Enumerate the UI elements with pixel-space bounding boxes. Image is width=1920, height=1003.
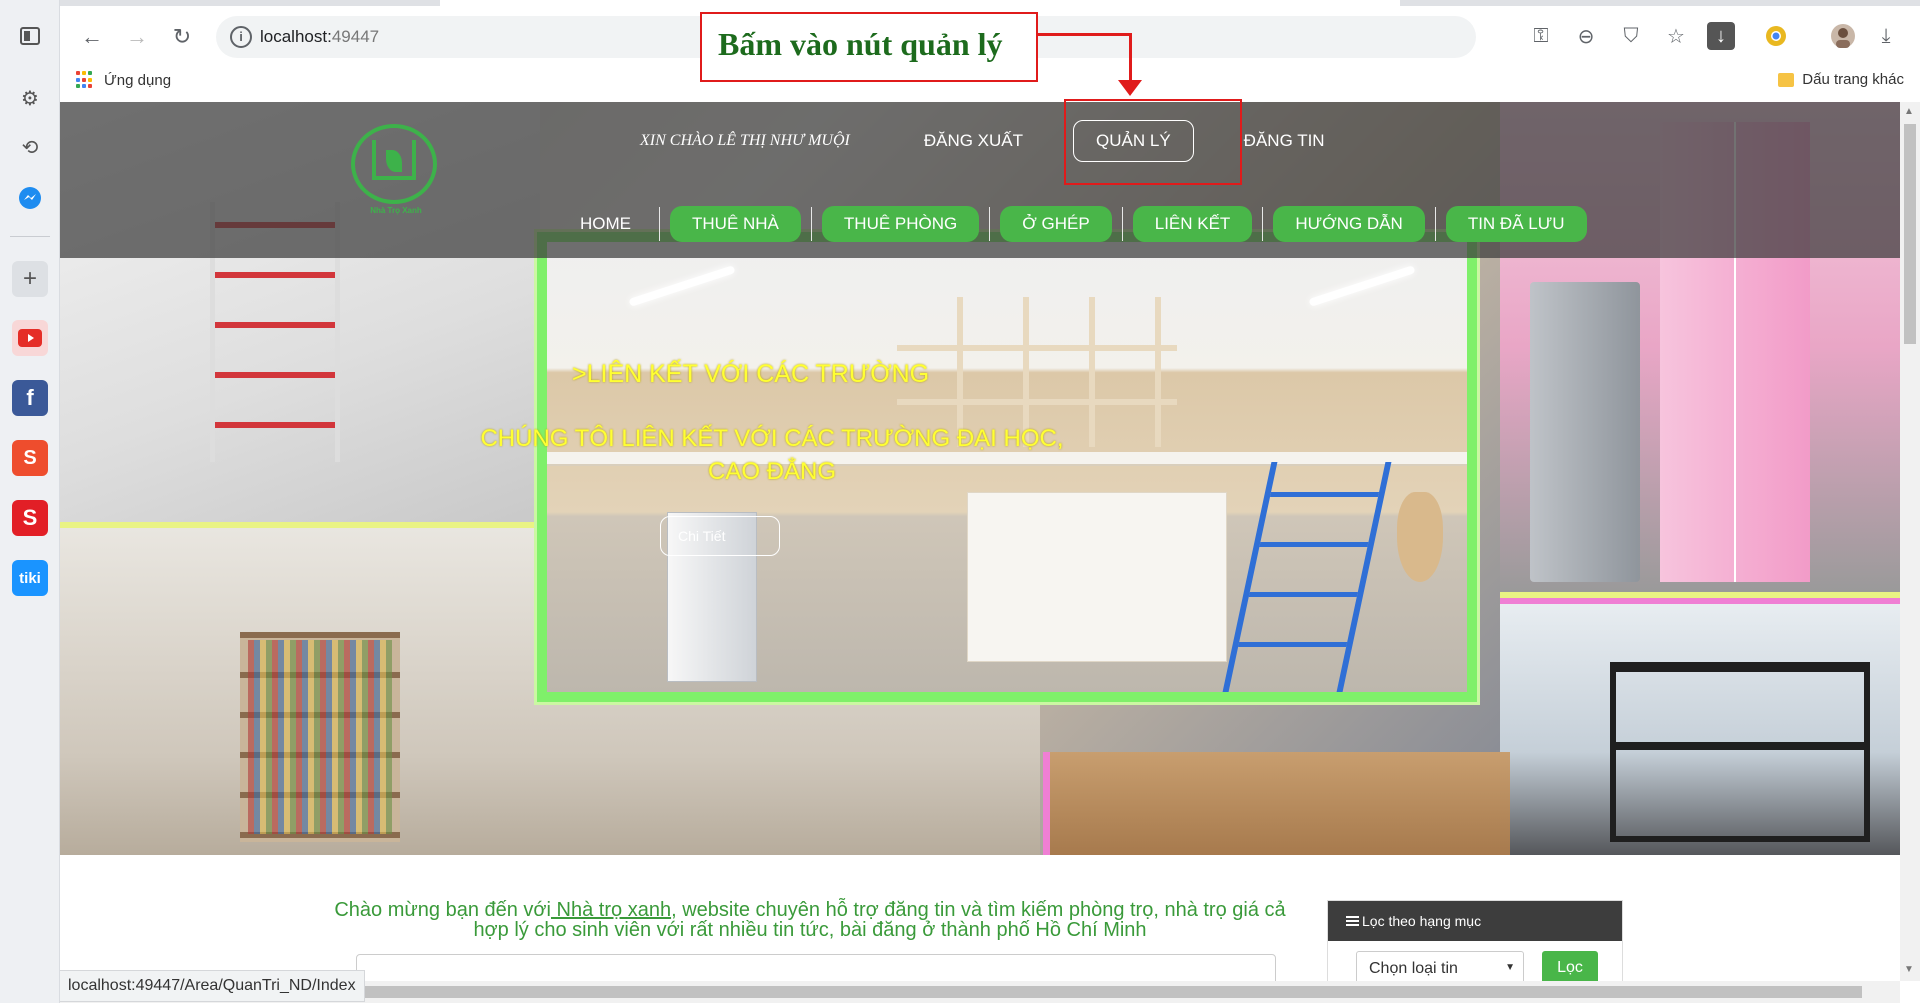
- select-value: Chọn loại tin: [1369, 960, 1458, 977]
- nav-partners[interactable]: LIÊN KẾT: [1132, 206, 1253, 242]
- scroll-up-icon[interactable]: ▲: [1904, 106, 1914, 117]
- brand-link[interactable]: Nhà trọ xanh: [551, 899, 672, 921]
- post-listing-link[interactable]: ĐĂNG TIN: [1244, 131, 1325, 151]
- sidebar-toggle-icon[interactable]: [12, 18, 48, 54]
- apps-label: Ứng dụng: [104, 71, 172, 89]
- nav-rent-room[interactable]: THUÊ PHÒNG: [821, 206, 980, 242]
- settings-icon[interactable]: ⚙: [12, 80, 48, 116]
- room-photo: [1050, 752, 1510, 855]
- fridge-decoration: [1530, 282, 1640, 582]
- annotation-connector: [1129, 33, 1132, 83]
- nav-guide[interactable]: HƯỚNG DẪN: [1273, 206, 1425, 242]
- shopee-icon[interactable]: S: [12, 440, 48, 476]
- tiki-icon[interactable]: tiki: [12, 560, 48, 596]
- other-bookmarks-label: Dấu trang khác: [1802, 71, 1904, 88]
- caret-down-icon: ▼: [1505, 962, 1515, 973]
- list-icon: [1346, 916, 1359, 927]
- bookshelf-decoration: [240, 632, 400, 842]
- welcome-before: Chào mừng bạn đến với: [334, 899, 551, 921]
- messenger-icon[interactable]: [12, 180, 48, 216]
- photo-divider: [60, 522, 540, 528]
- apps-grid-icon: [76, 71, 94, 89]
- sendo-icon[interactable]: S: [12, 500, 48, 536]
- annotation-callout: Bấm vào nút quản lý: [700, 12, 1038, 82]
- annotation-highlight-box: [1064, 99, 1242, 185]
- category-filter: Lọc theo hạng mục Chọn loại tin ▼ Lọc: [1327, 900, 1623, 981]
- annotation-text: Bấm vào nút quản lý: [718, 26, 1003, 62]
- folder-icon: [1778, 72, 1795, 87]
- logo-text: Nhà Trọ Xanh: [370, 206, 422, 215]
- welcome-text: Chào mừng bạn đến với Nhà trọ xanh, webs…: [320, 900, 1300, 940]
- nav-rent-house[interactable]: THUÊ NHÀ: [670, 206, 801, 242]
- nav-saved-posts[interactable]: TIN ĐÃ LƯU: [1445, 206, 1587, 242]
- filter-title: Lọc theo hạng mục: [1362, 913, 1482, 929]
- hero-banner: Nhà Trọ Xanh XIN CHÀO LÊ THỊ NHƯ MUỘI ĐĂ…: [60, 102, 1900, 855]
- other-bookmarks[interactable]: Dấu trang khác: [1778, 71, 1904, 88]
- forward-icon[interactable]: →: [122, 22, 152, 52]
- scroll-thumb[interactable]: [1904, 124, 1916, 344]
- download-extension-icon[interactable]: ↓: [1707, 22, 1735, 50]
- active-tab[interactable]: [440, 0, 1400, 6]
- arrow-down-icon: [1118, 80, 1142, 96]
- downloads-icon[interactable]: ⤓: [1872, 22, 1900, 50]
- site-header: Nhà Trọ Xanh XIN CHÀO LÊ THỊ NHƯ MUỘI ĐĂ…: [60, 102, 1900, 258]
- nav-roommate[interactable]: Ở GHÉP: [1000, 206, 1112, 242]
- apps-shortcut[interactable]: Ứng dụng: [76, 71, 171, 89]
- chrome-extension-icon[interactable]: [1762, 22, 1790, 50]
- photo-divider: [1500, 598, 1900, 604]
- details-button[interactable]: Chi Tiết: [660, 516, 780, 556]
- scroll-down-icon[interactable]: ▼: [1904, 964, 1914, 975]
- web-page: Nhà Trọ Xanh XIN CHÀO LÊ THỊ NHƯ MUỘI ĐĂ…: [60, 102, 1900, 981]
- nav-home[interactable]: HOME: [580, 214, 631, 234]
- filter-button[interactable]: Lọc: [1542, 951, 1598, 981]
- zoom-out-icon[interactable]: ⊖: [1572, 22, 1600, 50]
- account-links: XIN CHÀO LÊ THỊ NHƯ MUỘI ĐĂNG XUẤT QUẢN …: [640, 120, 1375, 162]
- history-icon[interactable]: ⟲: [12, 129, 48, 165]
- tab-strip: [60, 0, 1920, 6]
- hero-subtitle: CHÚNG TÔI LIÊN KẾT VỚI CÁC TRƯỜNG ĐẠI HỌ…: [480, 425, 1064, 485]
- photo-divider: [1043, 752, 1050, 855]
- hero-title: >LIÊN KẾT VỚI CÁC TRƯỜNG: [572, 360, 930, 388]
- site-info-icon[interactable]: i: [230, 26, 252, 48]
- facebook-icon[interactable]: f: [12, 380, 48, 416]
- search-input[interactable]: [356, 954, 1276, 981]
- post-type-select[interactable]: Chọn loại tin ▼: [1356, 951, 1524, 981]
- add-icon[interactable]: +: [12, 261, 48, 297]
- site-logo[interactable]: Nhà Trọ Xanh: [346, 124, 446, 220]
- youtube-icon[interactable]: [12, 320, 48, 356]
- filter-header: Lọc theo hạng mục: [1328, 901, 1622, 941]
- greeting-text: XIN CHÀO LÊ THỊ NHƯ MUỘI: [640, 132, 850, 149]
- profile-avatar[interactable]: [1829, 22, 1857, 50]
- reload-icon[interactable]: ↻: [167, 22, 197, 52]
- annotation-connector: [1038, 33, 1132, 36]
- address-url[interactable]: localhost:49447: [260, 27, 379, 47]
- bunk-bed-decoration: [1610, 662, 1870, 842]
- star-icon[interactable]: ☆: [1662, 22, 1690, 50]
- back-icon[interactable]: ←: [77, 22, 107, 52]
- logout-link[interactable]: ĐĂNG XUẤT: [924, 131, 1023, 151]
- shield-icon[interactable]: ⛉: [1617, 22, 1645, 50]
- main-nav: HOME THUÊ NHÀ THUÊ PHÒNG Ở GHÉP LIÊN KẾT…: [580, 206, 1597, 242]
- status-bar-url: localhost:49447/Area/QuanTri_ND/Index: [60, 970, 365, 1002]
- browser-sidebar: ⚙ ⟲ + f S S tiki: [0, 0, 60, 1003]
- vertical-scrollbar[interactable]: ▲ ▼: [1900, 102, 1920, 981]
- key-icon[interactable]: ⚿: [1527, 22, 1555, 50]
